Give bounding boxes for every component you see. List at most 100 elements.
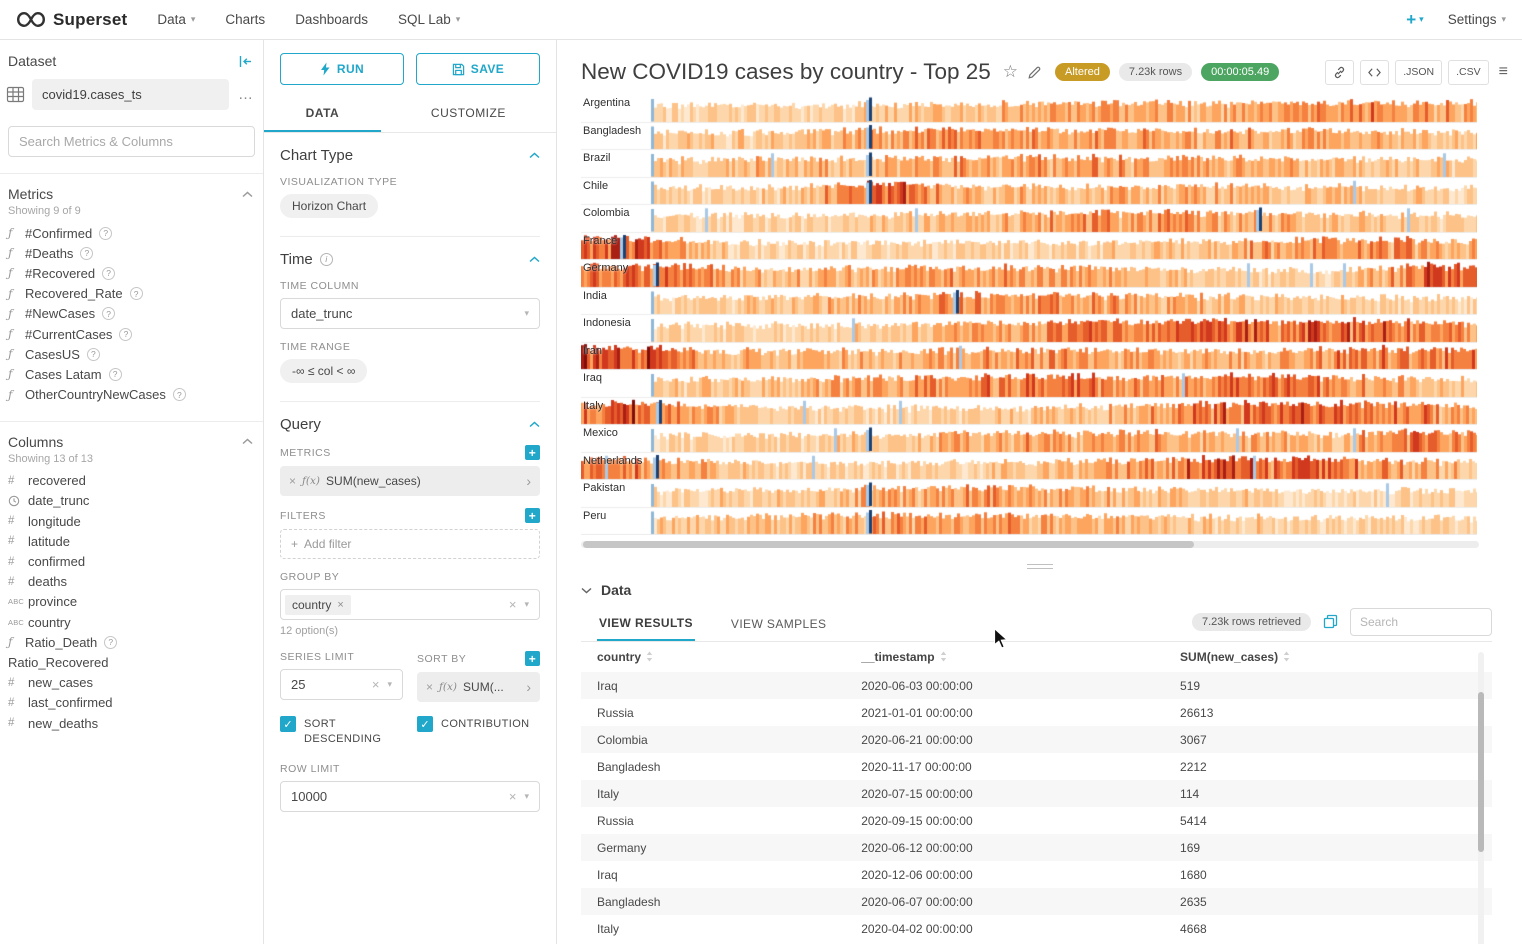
chevron-right-icon[interactable]: ›	[526, 473, 531, 489]
column-item[interactable]: ABCcountry	[0, 612, 263, 632]
column-item[interactable]: #new_deaths	[0, 713, 263, 733]
scrollbar-thumb[interactable]	[1478, 692, 1484, 852]
horizon-chart[interactable]: ArgentinaBangladeshBrazilChileColombiaFr…	[581, 95, 1477, 535]
altered-badge[interactable]: Altered	[1055, 63, 1110, 81]
column-item[interactable]: #longitude	[0, 511, 263, 531]
add-filter-dropzone[interactable]: + Add filter	[280, 529, 540, 559]
horizon-chart-canvas[interactable]	[581, 95, 1477, 535]
results-column-header-1[interactable]: __timestamp	[845, 642, 1164, 672]
series-limit-select[interactable]: 25 × ▾	[280, 669, 403, 700]
metric-item[interactable]: ƒOtherCountryNewCases?	[0, 385, 263, 405]
vertical-scrollbar[interactable]	[1478, 652, 1484, 944]
sort-descending-checkbox[interactable]: ✓ SORT DESCENDING	[280, 716, 403, 747]
copy-icon[interactable]	[1323, 614, 1338, 629]
row-limit-select[interactable]: 10000 × ▾	[280, 781, 540, 812]
metric-item[interactable]: ƒCases Latam?	[0, 364, 263, 384]
column-item[interactable]: #latitude	[0, 531, 263, 551]
group-by-tag[interactable]: country ×	[285, 595, 351, 615]
superset-logo[interactable]: Superset	[16, 10, 127, 30]
visualization-type-value[interactable]: Horizon Chart	[280, 194, 378, 218]
chevron-up-icon[interactable]	[529, 256, 540, 263]
checked-checkbox-icon[interactable]: ✓	[417, 716, 433, 732]
tab-data[interactable]: DATA	[264, 97, 381, 132]
edit-title-icon[interactable]	[1027, 65, 1042, 80]
column-item[interactable]: Ratio_Recovered	[0, 652, 263, 672]
column-item[interactable]: #new_cases	[0, 673, 263, 693]
help-icon[interactable]: ?	[80, 247, 93, 260]
sort-by-pill[interactable]: × ƒ(x) SUM(... ›	[417, 672, 540, 702]
horizontal-scrollbar[interactable]	[581, 541, 1479, 548]
settings-menu-button[interactable]: Settings ▾	[1448, 12, 1506, 27]
nav-item-data[interactable]: Data▾	[157, 12, 195, 27]
scrollbar-thumb[interactable]	[583, 541, 1194, 548]
results-column-header-0[interactable]: country	[581, 642, 845, 672]
sort-icon[interactable]	[1283, 651, 1290, 662]
clear-icon[interactable]: ×	[509, 597, 517, 612]
nav-item-charts[interactable]: Charts	[225, 12, 265, 27]
metric-pill[interactable]: × ƒ(x) SUM(new_cases) ›	[280, 466, 540, 496]
checked-checkbox-icon[interactable]: ✓	[280, 716, 296, 732]
time-column-select[interactable]: date_trunc ▾	[280, 298, 540, 329]
share-link-button[interactable]	[1325, 60, 1354, 85]
metrics-columns-search-input[interactable]	[8, 126, 255, 157]
new-menu-button[interactable]: + ▾	[1406, 10, 1423, 30]
help-icon[interactable]: ?	[109, 368, 122, 381]
column-item[interactable]: date_trunc	[0, 491, 263, 511]
sort-icon[interactable]	[940, 651, 947, 662]
remove-sort-icon[interactable]: ×	[426, 680, 433, 694]
metric-item[interactable]: ƒRecovered_Rate?	[0, 284, 263, 304]
collapse-panel-icon[interactable]	[238, 54, 253, 69]
group-by-select[interactable]: country × × ▾	[280, 589, 540, 620]
help-icon[interactable]: ?	[130, 287, 143, 300]
help-icon[interactable]: ?	[173, 388, 186, 401]
help-icon[interactable]: ?	[99, 227, 112, 240]
sort-icon[interactable]	[646, 651, 653, 662]
column-item[interactable]: #recovered	[0, 471, 263, 491]
results-search-input[interactable]	[1350, 608, 1492, 636]
tab-view-results[interactable]: VIEW RESULTS	[597, 606, 695, 641]
save-button[interactable]: SAVE	[416, 53, 540, 85]
run-button[interactable]: RUN	[280, 53, 404, 85]
chevron-up-icon[interactable]	[242, 438, 253, 445]
chart-menu-icon[interactable]: ≡	[1499, 63, 1508, 81]
more-options-icon[interactable]: …	[236, 86, 255, 103]
metric-item[interactable]: ƒ#NewCases?	[0, 304, 263, 324]
metric-item[interactable]: ƒCasesUS?	[0, 344, 263, 364]
help-icon[interactable]: ?	[102, 267, 115, 280]
help-icon[interactable]: ?	[102, 307, 115, 320]
add-sort-by-button[interactable]: +	[525, 651, 540, 666]
clear-icon[interactable]: ×	[509, 789, 517, 804]
remove-metric-icon[interactable]: ×	[289, 474, 296, 488]
column-item[interactable]: ABCprovince	[0, 592, 263, 612]
nav-item-dashboards[interactable]: Dashboards	[295, 12, 368, 27]
chevron-down-icon[interactable]	[581, 587, 592, 594]
remove-tag-icon[interactable]: ×	[337, 599, 343, 611]
favorite-star-icon[interactable]: ☆	[1003, 62, 1018, 82]
embed-code-button[interactable]	[1360, 60, 1389, 85]
metric-item[interactable]: ƒ#CurrentCases?	[0, 324, 263, 344]
column-item[interactable]: ƒRatio_Death?	[0, 632, 263, 652]
results-column-header-2[interactable]: SUM(new_cases)	[1164, 642, 1492, 672]
chevron-up-icon[interactable]	[242, 191, 253, 198]
export-csv-button[interactable]: .CSV	[1448, 60, 1489, 85]
time-range-value[interactable]: -∞ ≤ col < ∞	[280, 359, 367, 383]
add-filter-button[interactable]: +	[525, 508, 540, 523]
tab-view-samples[interactable]: VIEW SAMPLES	[729, 607, 829, 640]
nav-item-sql-lab[interactable]: SQL Lab▾	[398, 12, 460, 27]
info-icon[interactable]: i	[320, 253, 333, 266]
contribution-checkbox[interactable]: ✓ CONTRIBUTION	[417, 716, 540, 747]
export-json-button[interactable]: .JSON	[1395, 60, 1442, 85]
help-icon[interactable]: ?	[87, 348, 100, 361]
tab-customize[interactable]: CUSTOMIZE	[381, 97, 556, 132]
add-metric-button[interactable]: +	[525, 445, 540, 460]
chevron-up-icon[interactable]	[529, 152, 540, 159]
help-icon[interactable]: ?	[104, 636, 117, 649]
metric-item[interactable]: ƒ#Recovered?	[0, 263, 263, 283]
metric-item[interactable]: ƒ#Confirmed?	[0, 223, 263, 243]
help-icon[interactable]: ?	[119, 328, 132, 341]
column-item[interactable]: #deaths	[0, 572, 263, 592]
column-item[interactable]: #last_confirmed	[0, 693, 263, 713]
column-item[interactable]: #confirmed	[0, 551, 263, 571]
chevron-up-icon[interactable]	[529, 421, 540, 428]
chevron-right-icon[interactable]: ›	[526, 679, 531, 695]
